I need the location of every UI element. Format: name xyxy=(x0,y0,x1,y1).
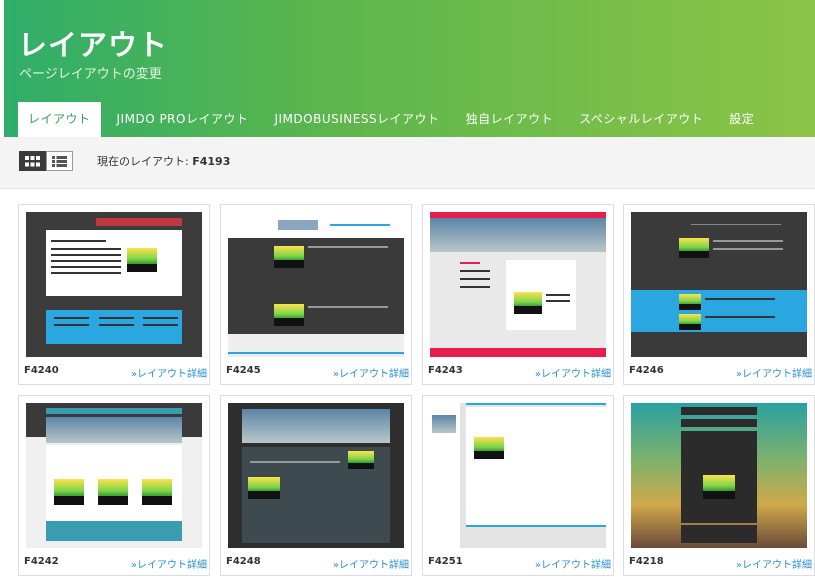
grid-view-button[interactable] xyxy=(19,151,46,171)
tab-jimdo-pro[interactable]: JIMDO PROレイアウト xyxy=(107,102,259,137)
layout-thumbnail[interactable] xyxy=(430,403,606,548)
layout-detail-link[interactable]: »レイアウト詳細 xyxy=(333,365,409,380)
layout-detail-link[interactable]: »レイアウト詳細 xyxy=(535,556,611,571)
layout-name: F4243 xyxy=(428,365,463,376)
layout-card[interactable]: F4243 »レイアウト詳細 xyxy=(422,204,614,385)
layout-detail-link[interactable]: »レイアウト詳細 xyxy=(131,365,207,380)
page-title: レイアウト xyxy=(18,28,169,62)
layout-thumbnail[interactable] xyxy=(631,212,807,357)
layout-detail-link[interactable]: »レイアウト詳細 xyxy=(736,556,812,571)
layout-detail-link[interactable]: »レイアウト詳細 xyxy=(131,556,207,571)
toolbar: 現在のレイアウト: F4193 xyxy=(0,137,815,189)
current-layout-value: F4193 xyxy=(192,155,231,168)
layout-name: F4218 xyxy=(629,556,664,567)
tab-settings[interactable]: 設定 xyxy=(719,102,764,137)
page-header: レイアウト ページレイアウトの変更 レイアウト JIMDO PROレイアウト J… xyxy=(0,0,815,137)
tab-custom[interactable]: 独自レイアウト xyxy=(456,102,564,137)
layout-thumbnail[interactable] xyxy=(228,212,404,357)
layout-name: F4248 xyxy=(226,556,261,567)
tab-jimdo-business[interactable]: JIMDOBUSINESSレイアウト xyxy=(264,102,449,137)
current-layout: 現在のレイアウト: F4193 xyxy=(97,153,230,169)
page-subtitle: ページレイアウトの変更 xyxy=(19,67,162,82)
layout-card[interactable]: F4218 »レイアウト詳細 xyxy=(623,395,815,576)
list-icon xyxy=(52,155,67,167)
tab-special[interactable]: スペシャルレイアウト xyxy=(569,102,713,137)
current-layout-label: 現在のレイアウト: xyxy=(97,155,189,168)
view-toggle xyxy=(19,151,73,171)
layout-thumbnail[interactable] xyxy=(26,212,202,357)
layout-thumbnail[interactable] xyxy=(26,403,202,548)
layout-grid: F4240 »レイアウト詳細 F4245 »レイアウト詳細 F4243 »レイア… xyxy=(0,189,815,577)
layout-thumbnail[interactable] xyxy=(228,403,404,548)
layout-tabs: レイアウト JIMDO PROレイアウト JIMDOBUSINESSレイアウト … xyxy=(18,102,764,137)
grid-icon xyxy=(25,155,40,166)
layout-card[interactable]: F4251 »レイアウト詳細 xyxy=(422,395,614,576)
layout-detail-link[interactable]: »レイアウト詳細 xyxy=(736,365,812,380)
layout-name: F4245 xyxy=(226,365,261,376)
layout-card[interactable]: F4245 »レイアウト詳細 xyxy=(220,204,412,385)
layout-name: F4251 xyxy=(428,556,463,567)
layout-thumbnail[interactable] xyxy=(631,403,807,548)
layout-name: F4240 xyxy=(24,365,59,376)
layout-detail-link[interactable]: »レイアウト詳細 xyxy=(535,365,611,380)
layout-name: F4242 xyxy=(24,556,59,567)
layout-card[interactable]: F4248 »レイアウト詳細 xyxy=(220,395,412,576)
layout-card[interactable]: F4242 »レイアウト詳細 xyxy=(18,395,210,576)
layout-card[interactable]: F4246 »レイアウト詳細 xyxy=(623,204,815,385)
layout-name: F4246 xyxy=(629,365,664,376)
layout-detail-link[interactable]: »レイアウト詳細 xyxy=(333,556,409,571)
list-view-button[interactable] xyxy=(46,151,73,171)
layout-thumbnail[interactable] xyxy=(430,212,606,357)
tab-layout[interactable]: レイアウト xyxy=(18,102,101,137)
layout-card[interactable]: F4240 »レイアウト詳細 xyxy=(18,204,210,385)
